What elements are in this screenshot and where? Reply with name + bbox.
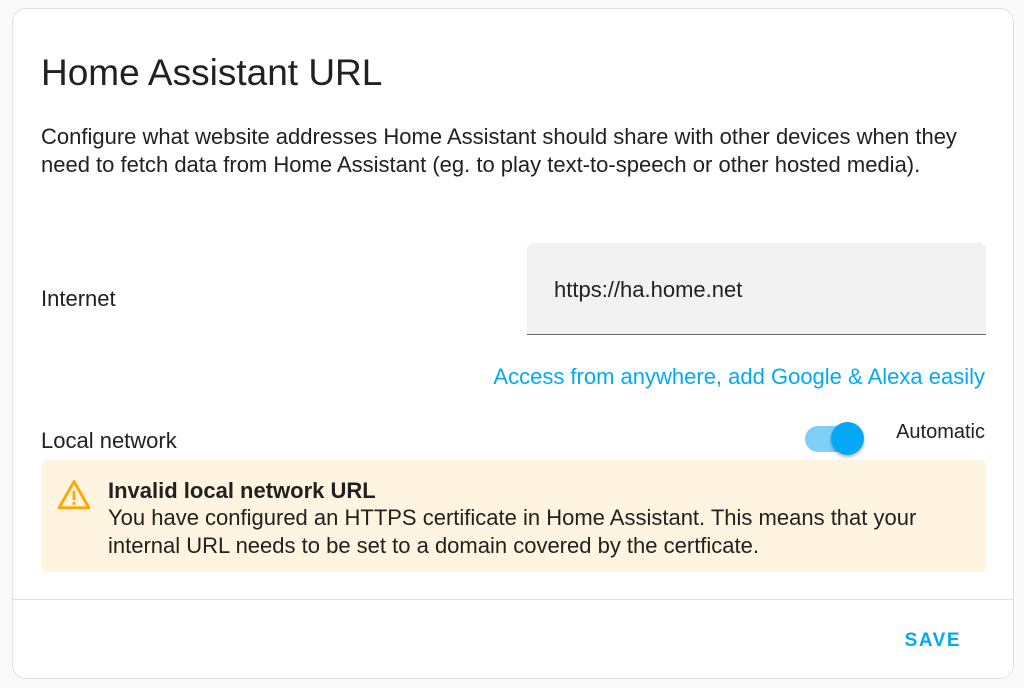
internet-url-input[interactable] [554,275,974,305]
url-settings-card: Home Assistant URL Configure what websit… [12,8,1014,679]
toggle-thumb [831,422,864,455]
automatic-toggle-label: Automatic [896,421,985,443]
save-button[interactable]: SAVE [893,624,973,658]
warning-icon [57,480,91,510]
actions-divider [13,599,1013,600]
alert-body: You have configured an HTTPS certificate… [108,505,917,558]
card-title: Home Assistant URL [41,52,383,93]
card-description: Configure what website addresses Home As… [41,124,957,177]
internet-url-field[interactable] [527,243,986,335]
cloud-access-link[interactable]: Access from anywhere, add Google & Alexa… [493,363,985,391]
warning-alert: Invalid local network URL You have confi… [41,460,986,572]
alert-title: Invalid local network URL [108,478,376,503]
local-network-label: Local network [41,428,177,453]
automatic-toggle[interactable] [803,417,864,455]
internet-label: Internet [41,286,116,311]
